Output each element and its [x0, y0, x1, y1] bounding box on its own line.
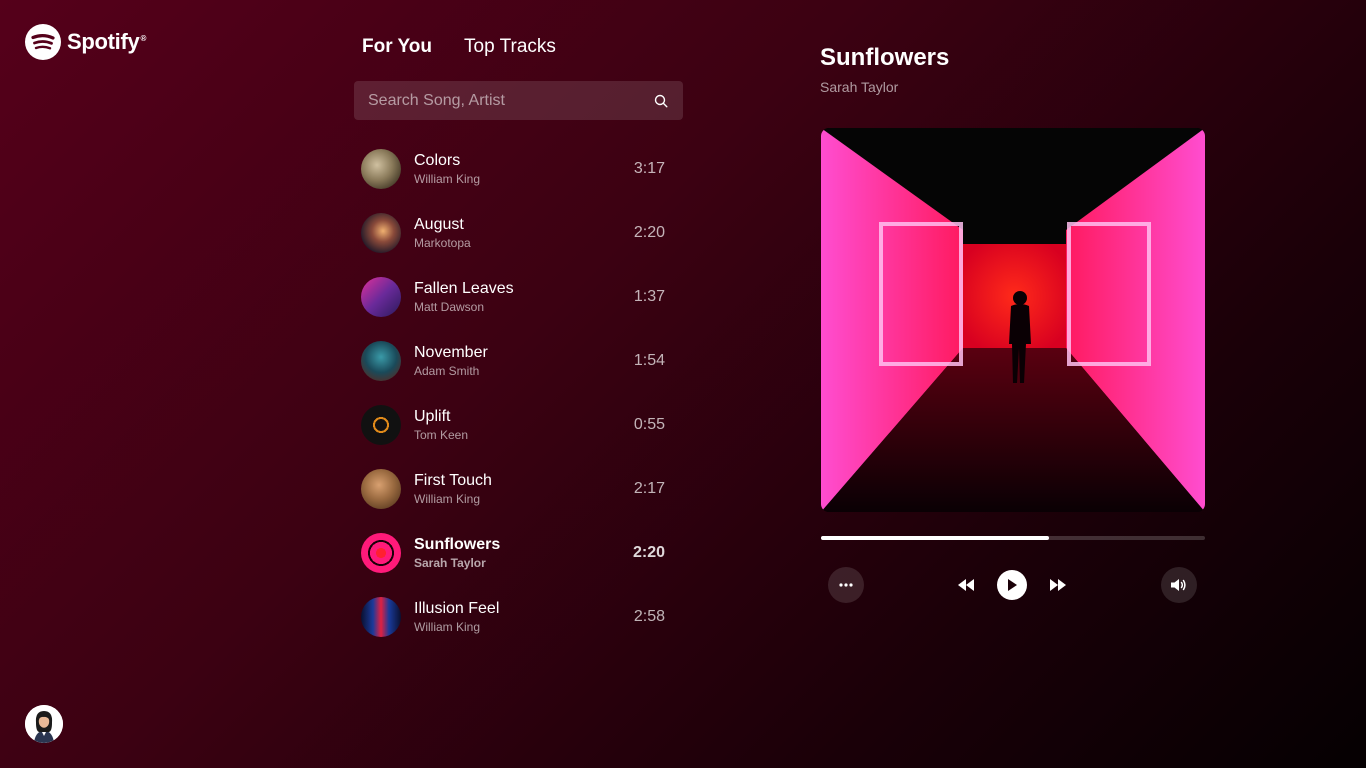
volume-icon	[1171, 579, 1186, 591]
play-icon	[1008, 579, 1017, 591]
track-title: Uplift	[414, 407, 451, 425]
playback-progress-bar[interactable]	[821, 536, 1205, 540]
track-row-colors[interactable]: Colors William King 3:17	[361, 137, 671, 201]
more-options-button[interactable]	[828, 567, 864, 603]
track-artist: William King	[414, 619, 481, 634]
previous-track-button[interactable]	[954, 575, 978, 595]
album-art-thumbnail	[361, 469, 401, 509]
track-list: Colors William King 3:17 August Markotop…	[361, 137, 671, 649]
track-duration: 2:58	[633, 608, 665, 625]
album-art-thumbnail	[361, 405, 401, 445]
track-artist: Matt Dawson	[414, 299, 485, 314]
spotify-logo-icon	[25, 24, 61, 60]
track-title: August	[414, 215, 464, 233]
now-playing-artist: Sarah Taylor	[820, 79, 899, 95]
track-duration: 1:37	[633, 288, 665, 305]
track-duration: 2:17	[633, 480, 665, 497]
brand-name: Spotify®	[67, 29, 147, 54]
album-art-thumbnail	[361, 533, 401, 573]
track-title: Colors	[414, 151, 461, 169]
album-art-thumbnail	[361, 149, 401, 189]
tab-bar: For You Top Tracks	[362, 36, 556, 58]
track-title: Fallen Leaves	[414, 279, 514, 297]
track-artist: Tom Keen	[414, 427, 469, 442]
spotify-logo[interactable]: Spotify®	[25, 24, 146, 60]
tab-top-tracks[interactable]: Top Tracks	[464, 36, 556, 58]
track-artist: Markotopa	[414, 235, 471, 250]
track-duration: 3:17	[633, 160, 665, 177]
track-row-sunflowers[interactable]: Sunflowers Sarah Taylor 2:20	[361, 521, 671, 585]
track-artist: William King	[414, 171, 481, 186]
now-playing-title: Sunflowers	[820, 44, 950, 71]
track-row-august[interactable]: August Markotopa 2:20	[361, 201, 671, 265]
track-duration: 2:20	[632, 544, 665, 561]
fast-forward-icon	[1050, 579, 1066, 591]
track-artist: Sarah Taylor	[414, 555, 486, 570]
album-art-thumbnail	[361, 597, 401, 637]
search-bar	[354, 81, 683, 120]
track-row-illusion-feel[interactable]: Illusion Feel William King 2:58	[361, 585, 671, 649]
album-art-thumbnail	[361, 341, 401, 381]
search-icon[interactable]	[653, 93, 669, 109]
track-title: First Touch	[414, 471, 492, 489]
track-row-fallen-leaves[interactable]: Fallen Leaves Matt Dawson 1:37	[361, 265, 671, 329]
play-button[interactable]	[997, 570, 1027, 600]
album-art-thumbnail	[361, 213, 401, 253]
more-horizontal-icon	[839, 583, 853, 587]
track-duration: 0:55	[633, 416, 665, 433]
user-avatar[interactable]	[25, 705, 63, 743]
track-artist: Adam Smith	[414, 363, 480, 378]
track-duration: 2:20	[633, 224, 665, 241]
track-row-november[interactable]: November Adam Smith 1:54	[361, 329, 671, 393]
track-title: Sunflowers	[414, 535, 501, 553]
progress-fill	[821, 536, 1050, 540]
album-cover-art	[821, 128, 1205, 512]
rewind-icon	[958, 579, 974, 591]
track-duration: 1:54	[633, 352, 665, 369]
next-track-button[interactable]	[1046, 575, 1070, 595]
track-row-first-touch[interactable]: First Touch William King 2:17	[361, 457, 671, 521]
album-art-thumbnail	[361, 277, 401, 317]
track-artist: William King	[414, 491, 481, 506]
search-input[interactable]	[368, 91, 653, 110]
track-title: November	[414, 343, 488, 361]
track-title: Illusion Feel	[414, 599, 500, 617]
volume-button[interactable]	[1161, 567, 1197, 603]
track-row-uplift[interactable]: Uplift Tom Keen 0:55	[361, 393, 671, 457]
tab-for-you[interactable]: For You	[362, 36, 432, 58]
